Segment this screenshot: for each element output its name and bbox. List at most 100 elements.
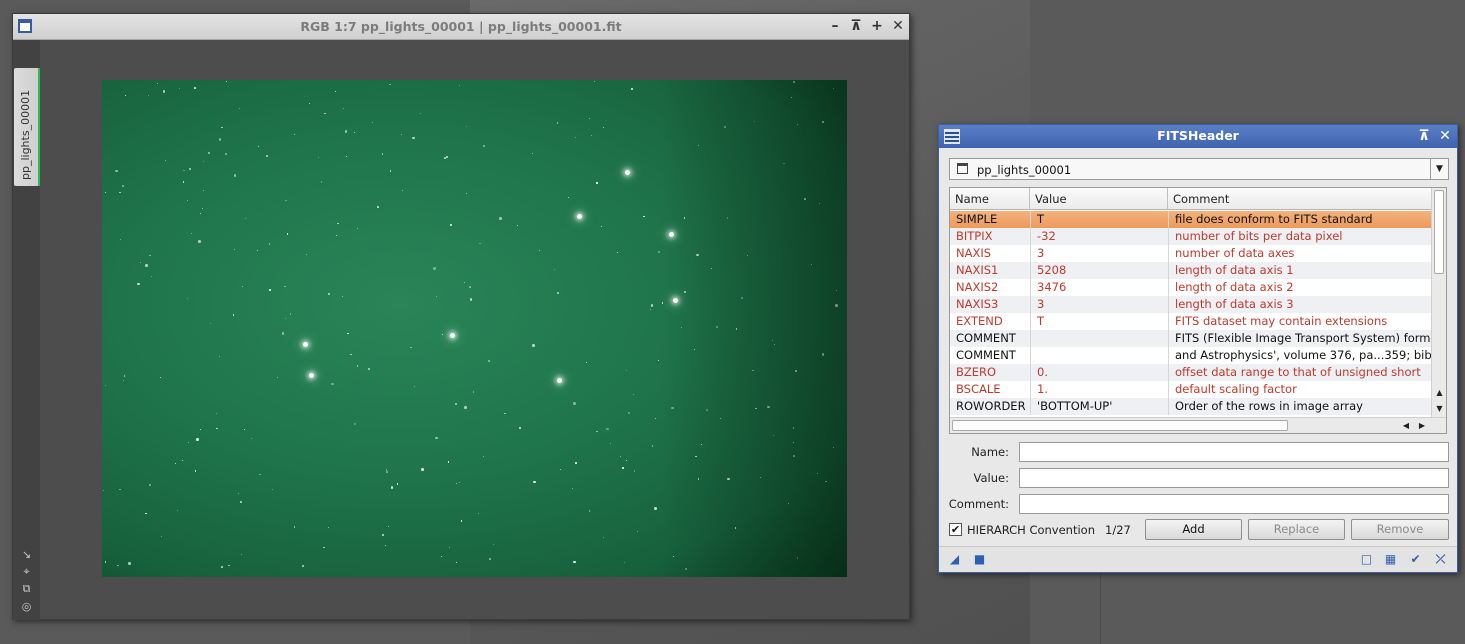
star [331,382,334,386]
column-header-value[interactable]: Value [1030,188,1168,210]
star [538,249,540,251]
replace-button[interactable]: Replace [1248,519,1345,540]
scroll-left-icon[interactable]: ◀ [1400,420,1412,431]
cell-name: EXTEND [956,314,1003,328]
star [683,290,687,294]
horizontal-scroll-thumb[interactable] [952,420,1288,431]
table-row[interactable]: BSCALE 1. default scaling factor [950,381,1432,398]
star [557,378,562,383]
star [147,95,149,97]
star [187,200,189,202]
star [201,207,203,209]
view-tab[interactable]: pp_lights_00001 [14,68,40,186]
star [216,413,218,415]
image-window-titlebar[interactable]: RGB 1:7 pp_lights_00001 | pp_lights_0000… [13,14,909,40]
star [796,557,799,559]
table-row[interactable]: BZERO 0. offset data range to that of unsi… [950,364,1432,381]
reset-icon[interactable]: ⤫ [1434,553,1447,566]
star [636,530,638,532]
table-row[interactable]: ROWORDER 'BOTTOM-UP' Order of the rows in … [950,398,1432,415]
cell-comment: default scaling factor [1168,381,1432,398]
scroll-down-icon[interactable]: ▼ [1434,404,1445,414]
star [759,476,761,478]
hierarch-checkbox[interactable]: ✔ [949,523,962,536]
cell-comment: offset data range to that of unsigned sh… [1168,364,1432,381]
star [517,225,519,227]
name-field[interactable] [1019,442,1449,462]
vertical-scrollbar[interactable]: ▲ ▼ [1431,188,1446,418]
table-row[interactable]: COMMENT and Astrophysics', volume 376, pa… [950,347,1432,364]
close-icon[interactable]: ✕ [1437,128,1453,145]
crop-icon[interactable]: ⌖ [20,565,33,578]
new-instance-icon[interactable]: ◢ [948,553,961,566]
star [385,470,389,474]
star [719,417,722,420]
zoom-fit-icon[interactable]: ↘ [20,548,33,561]
cell-comment: FITS dataset may contain extensions [1168,313,1432,330]
star [228,564,230,567]
table-row[interactable]: NAXIS1 5208 length of data axis 1 [950,262,1432,279]
close-icon[interactable]: ✕ [890,18,906,35]
view-selector[interactable]: pp_lights_00001 ▼ [949,158,1449,180]
star [633,470,636,472]
maximize-icon[interactable]: + [869,18,885,35]
star [384,545,386,547]
table-row[interactable]: NAXIS2 3476 length of data axis 2 [950,279,1432,296]
comment-label: Comment: [948,497,1009,511]
cell-value: 'BOTTOM-UP' [1030,398,1168,415]
star [821,353,825,356]
add-button[interactable]: Add [1145,519,1242,540]
scroll-right-icon[interactable]: ▶ [1416,420,1428,431]
keyword-counter: 1/27 [1105,523,1131,537]
clone-icon[interactable]: ⧉ [20,582,33,595]
image-canvas[interactable] [102,80,847,577]
table-row[interactable]: EXTEND T FITS dataset may contain extensio… [950,313,1432,330]
apply-icon[interactable]: ✔ [1409,553,1422,566]
star [151,275,153,277]
vertical-scroll-thumb[interactable] [1434,190,1444,274]
fitsheader-titlebar[interactable]: FITSHeader ⊼ ✕ [939,125,1457,148]
star [821,120,825,124]
star [346,155,348,157]
star [483,145,485,147]
shade-icon[interactable]: ⊼ [1416,128,1432,145]
table-row[interactable]: BITPIX -32 number of bits per data pixel [950,228,1432,245]
star [344,130,348,133]
value-field[interactable] [1019,468,1449,488]
star [626,459,628,461]
star [631,88,633,90]
scroll-up-icon[interactable]: ▲ [1434,388,1445,398]
star [483,455,485,457]
star [793,81,795,83]
browse-docs-icon[interactable]: □ [1360,553,1373,566]
star [342,295,344,297]
hierarch-label: HIERARCH Convention [967,523,1095,537]
edit-instance-icon[interactable]: ▦ [1384,553,1397,566]
table-row[interactable]: NAXIS3 3 length of data axis 3 [950,296,1432,313]
target-icon[interactable]: ◎ [20,600,33,613]
star [818,202,820,204]
star [519,427,521,429]
star [182,181,184,183]
star [410,346,412,349]
star [306,253,308,255]
remove-button[interactable]: Remove [1351,519,1449,540]
star [199,213,201,214]
keywords-table[interactable]: Name Value Comment SIMPLE Tfile does conf… [949,187,1447,434]
cell-comment: number of bits per data pixel [1168,228,1432,245]
comment-field[interactable] [1019,494,1449,514]
apply-global-icon[interactable]: ■ [973,553,986,566]
minimize-icon[interactable]: – [827,18,843,35]
star [140,261,142,263]
shade-icon[interactable]: ⊼ [848,18,864,35]
column-header-name[interactable]: Name [950,188,1030,210]
horizontal-scrollbar[interactable]: ◀ ▶ [950,417,1446,433]
table-row[interactable]: NAXIS 3 number of data axes [950,245,1432,262]
table-row[interactable]: COMMENT FITS (Flexible Image Transport Sy… [950,330,1432,347]
column-header-comment[interactable]: Comment [1168,188,1432,210]
table-row[interactable]: SIMPLE Tfile does conform to FITS standar… [950,211,1432,228]
chevron-down-icon[interactable]: ▼ [1430,159,1448,179]
star [624,561,626,563]
star [455,483,457,485]
star [104,561,107,563]
